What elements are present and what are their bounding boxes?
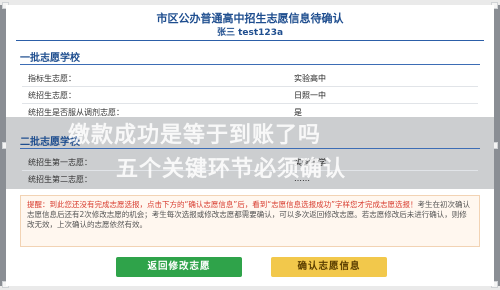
- reminder-warning: 到此您还没有完成志愿选报，点击下方的“确认志愿信息”后，看到“志愿信息选报成功”…: [49, 200, 418, 209]
- dialog-header: 市区公办普通高中招生志愿信息待确认 张三 test123a: [6, 5, 494, 39]
- reminder-box: 提醒：到此您还没有完成志愿选报，点击下方的“确认志愿信息”后，看到“志愿信息选报…: [20, 195, 480, 247]
- confirm-choices-button[interactable]: 确认志愿信息: [271, 257, 387, 277]
- dialog-title: 市区公办普通高中招生志愿信息待确认: [156, 12, 344, 25]
- student-info: 张三 test123a: [216, 28, 284, 38]
- section-divider-batch-1: [20, 64, 480, 65]
- row-divider: [22, 86, 478, 87]
- watermark-text-line-2: 五个关键环节必须确认: [116, 157, 347, 182]
- row-divider: [22, 103, 478, 104]
- section-title-batch-1: 一批志愿学校: [20, 53, 80, 64]
- table-row: 指标生志愿： 实验高中: [22, 71, 478, 85]
- confirm-dialog: 市区公办普通高中招生志愿信息待确认 张三 test123a 一批志愿学校 指标生…: [6, 5, 494, 286]
- header-divider: [16, 40, 484, 41]
- row-label: 统招生志愿：: [28, 91, 76, 100]
- row-value: 实验高中: [294, 74, 326, 83]
- reminder-prefix: 提醒：: [27, 200, 50, 209]
- frame-bottom-edge: [0, 286, 500, 290]
- reminder-text: 提醒：到此您还没有完成志愿选报，点击下方的“确认志愿信息”后，看到“志愿信息选报…: [27, 200, 473, 230]
- row-value: 日照一中: [294, 91, 326, 100]
- watermark-text-line-1: 缴款成功是等于到账了吗: [68, 123, 322, 148]
- row-label: 指标生志愿：: [28, 74, 76, 83]
- table-row: 统招生志愿： 日照一中: [22, 88, 478, 102]
- back-modify-button[interactable]: 返回修改志愿: [116, 257, 242, 277]
- row-label: 统招生第二志愿：: [28, 175, 92, 184]
- row-label: 统招生第一志愿：: [28, 158, 92, 167]
